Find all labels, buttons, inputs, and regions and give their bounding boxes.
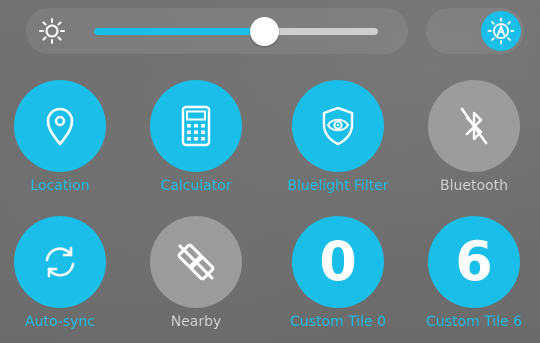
brightness-slider[interactable]: [94, 17, 378, 46]
tile-bluetooth-circle[interactable]: [428, 80, 520, 172]
location-pin-icon: [46, 107, 74, 146]
tile-custom-0-label: Custom Tile 0: [290, 314, 386, 330]
tile-calculator-circle[interactable]: [150, 80, 242, 172]
auto-brightness-button[interactable]: [481, 11, 521, 51]
tile-auto-sync-label: Auto-sync: [25, 314, 95, 330]
tile-location-circle[interactable]: [14, 80, 106, 172]
eye-shield-icon: [322, 106, 354, 146]
tile-location[interactable]: Location: [4, 80, 116, 200]
tile-custom-6[interactable]: 6 Custom Tile 6: [418, 216, 530, 336]
tile-calculator[interactable]: Calculator: [140, 80, 252, 200]
tile-custom-6-value: 6: [455, 230, 493, 293]
brightness-slider-thumb[interactable]: [250, 17, 280, 46]
tile-custom-6-label: Custom Tile 6: [426, 314, 522, 330]
tile-auto-sync[interactable]: Auto-sync: [4, 216, 116, 336]
tile-nearby-circle[interactable]: [150, 216, 242, 308]
tile-auto-sync-circle[interactable]: [14, 216, 106, 308]
bluetooth-off-icon: [460, 107, 488, 145]
auto-brightness-icon: [487, 17, 515, 45]
sync-icon: [45, 246, 75, 278]
sun-icon: [39, 18, 65, 44]
tile-calculator-label: Calculator: [160, 178, 232, 194]
tile-nearby[interactable]: Nearby: [140, 216, 252, 336]
tile-bluelight-filter-circle[interactable]: [292, 80, 384, 172]
brightness-bar: [26, 8, 408, 54]
tile-bluelight-filter[interactable]: Bluelight Filter: [282, 80, 394, 200]
nearby-off-icon: [177, 243, 215, 281]
brightness-slider-fill: [94, 28, 265, 35]
auto-brightness-container: [426, 8, 524, 54]
calculator-icon: [181, 105, 211, 147]
tile-custom-6-circle[interactable]: 6: [428, 216, 520, 308]
tile-custom-0-circle[interactable]: 0: [292, 216, 384, 308]
tile-nearby-label: Nearby: [170, 314, 222, 330]
tile-custom-0[interactable]: 0 Custom Tile 0: [282, 216, 394, 336]
tile-bluetooth-label: Bluetooth: [440, 178, 508, 194]
tile-custom-0-value: 0: [319, 230, 357, 293]
tile-bluelight-filter-label: Bluelight Filter: [287, 178, 389, 194]
tile-location-label: Location: [30, 178, 90, 194]
tile-bluetooth[interactable]: Bluetooth: [418, 80, 530, 200]
